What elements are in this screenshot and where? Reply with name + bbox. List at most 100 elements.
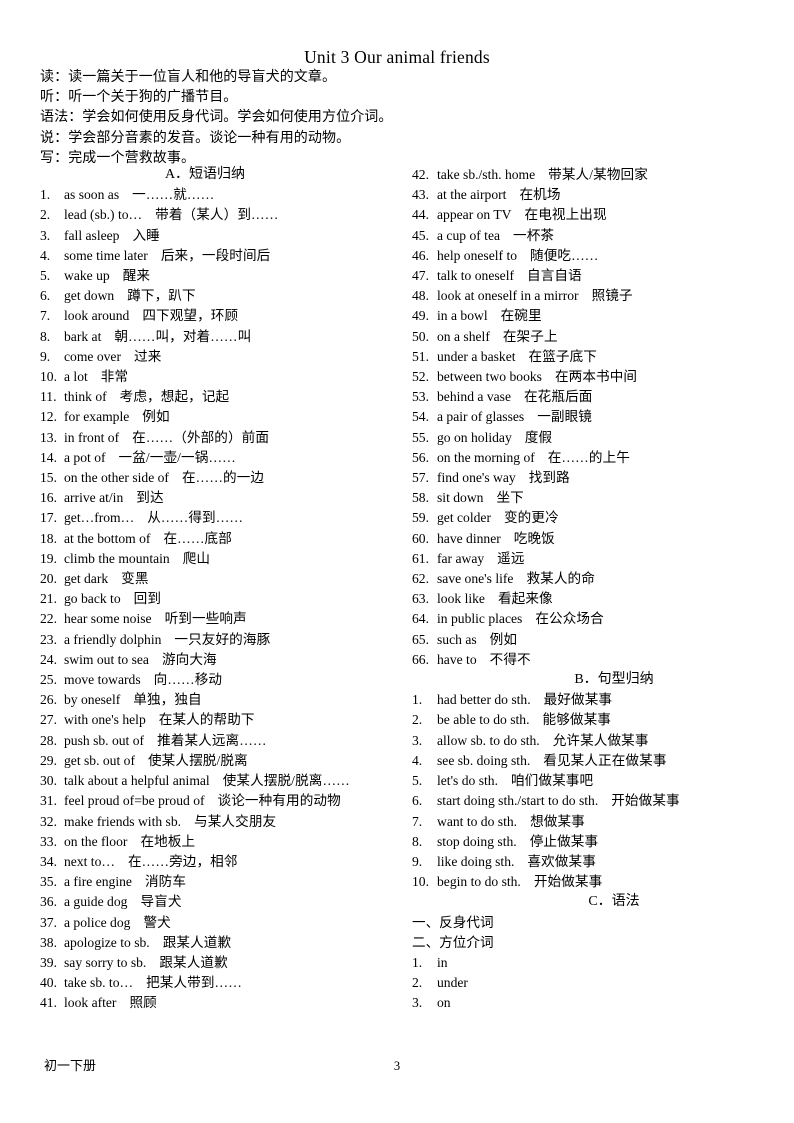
item-number: 63. bbox=[412, 591, 429, 607]
item-chinese: 不得不 bbox=[489, 651, 531, 667]
list-item: 34. next to… 在……旁边，相邻 bbox=[34, 852, 412, 872]
item-english: lead (sb.) to… bbox=[64, 207, 143, 223]
list-item: 5. let's do sth. 咱们做某事吧 bbox=[410, 771, 788, 791]
item-chinese: 停止做某事 bbox=[529, 833, 599, 849]
item-number: 35. bbox=[40, 874, 57, 890]
item-number: 40. bbox=[40, 975, 57, 991]
list-item: 1. as soon as 一……就…… bbox=[34, 185, 412, 205]
item-english: in bbox=[437, 954, 448, 970]
item-number: 44. bbox=[412, 207, 429, 223]
item-chinese: 例如 bbox=[489, 631, 518, 647]
item-number: 14. bbox=[40, 449, 57, 465]
list-item: 4. see sb. doing sth. 看见某人正在做某事 bbox=[410, 751, 788, 771]
item-english: a friendly dolphin bbox=[64, 631, 162, 647]
item-number: 21. bbox=[40, 591, 57, 607]
item-english: look after bbox=[64, 995, 117, 1011]
item-number: 11. bbox=[40, 389, 57, 405]
item-number: 53. bbox=[412, 389, 429, 405]
item-english: get dark bbox=[64, 571, 109, 587]
list-item: 53. behind a vase 在花瓶后面 bbox=[410, 387, 788, 407]
item-chinese: 救某人的命 bbox=[526, 571, 595, 587]
item-english: start doing sth./start to do sth. bbox=[437, 793, 599, 809]
list-item: 50. on a shelf 在架子上 bbox=[410, 327, 788, 347]
item-english: a pair of glasses bbox=[437, 409, 525, 425]
item-chinese: 使某人摆脱/脱离…… bbox=[222, 773, 350, 789]
item-number: 6. bbox=[40, 288, 51, 304]
item-english: in front of bbox=[64, 429, 120, 445]
item-chinese: 消防车 bbox=[144, 874, 187, 890]
list-item: 15. on the other side of 在……的一边 bbox=[34, 468, 412, 488]
item-english: a guide dog bbox=[64, 894, 128, 910]
item-chinese: 游向大海 bbox=[161, 651, 217, 667]
list-item: 49. in a bowl 在碗里 bbox=[410, 306, 788, 326]
item-english: think of bbox=[64, 389, 107, 405]
phrase-list-right: 42. take sb./sth. home 带某人/某物回家 43. at the a… bbox=[410, 165, 788, 670]
item-english: on the floor bbox=[64, 833, 128, 849]
item-number: 16. bbox=[40, 490, 57, 506]
item-chinese: 例如 bbox=[142, 409, 170, 425]
item-english: for example bbox=[64, 409, 130, 425]
item-english: have to bbox=[437, 651, 477, 667]
item-number: 46. bbox=[412, 247, 429, 263]
item-english: like doing sth. bbox=[437, 853, 515, 869]
item-number: 4. bbox=[412, 752, 423, 768]
item-english: at the airport bbox=[437, 187, 507, 203]
item-chinese: 最好做某事 bbox=[543, 692, 613, 708]
item-english: in a bowl bbox=[437, 308, 488, 324]
list-item: 7. look around 四下观望，环顾 bbox=[34, 306, 412, 326]
item-english: get colder bbox=[437, 510, 491, 526]
item-number: 34. bbox=[40, 853, 57, 869]
item-number: 36. bbox=[40, 894, 57, 910]
item-number: 17. bbox=[40, 510, 57, 526]
item-number: 61. bbox=[412, 550, 429, 566]
item-chinese: 变的更冷 bbox=[503, 510, 559, 526]
list-item: 61. far away 遥远 bbox=[410, 549, 788, 569]
item-english: had better do sth. bbox=[437, 692, 531, 708]
list-item: 46. help oneself to 随便吃…… bbox=[410, 246, 788, 266]
item-number: 51. bbox=[412, 348, 429, 364]
list-item: 58. sit down 坐下 bbox=[410, 488, 788, 508]
item-number: 32. bbox=[40, 813, 57, 829]
item-chinese: 蹲下，趴下 bbox=[127, 288, 196, 304]
section-heading-c: C．语法 bbox=[588, 894, 640, 910]
list-item: 57. find one's way 找到路 bbox=[410, 468, 788, 488]
item-english: begin to do sth. bbox=[437, 874, 521, 890]
item-chinese: 坐下 bbox=[496, 490, 524, 506]
item-number: 49. bbox=[412, 308, 429, 324]
item-number: 56. bbox=[412, 449, 429, 465]
list-item: 16. arrive at/in 到达 bbox=[34, 488, 412, 508]
item-number: 8. bbox=[40, 328, 51, 344]
item-number: 57. bbox=[412, 470, 429, 486]
item-chinese: 到达 bbox=[136, 490, 164, 506]
list-item: 5. wake up 醒来 bbox=[34, 266, 412, 286]
item-chinese: 能够做某事 bbox=[542, 712, 611, 728]
item-english: some time later bbox=[64, 247, 148, 263]
item-english: with one's help bbox=[64, 712, 146, 728]
item-number: 29. bbox=[40, 752, 57, 768]
list-item: 42. take sb./sth. home 带某人/某物回家 bbox=[410, 165, 788, 185]
right-column: 42. take sb./sth. home 带某人/某物回家 43. at the a… bbox=[410, 165, 788, 1014]
item-number: 52. bbox=[412, 369, 429, 385]
item-number: 9. bbox=[40, 348, 51, 364]
item-chinese: 回到 bbox=[133, 591, 162, 607]
item-number: 42. bbox=[412, 167, 429, 182]
item-number: 64. bbox=[412, 611, 429, 627]
list-item: 30. talk about a helpful animal 使某人摆脱/脱离…… bbox=[34, 771, 412, 791]
list-item: 48. look at oneself in a mirror 照镜子 bbox=[410, 286, 788, 306]
item-number: 47. bbox=[412, 268, 429, 284]
list-item: 51. under a basket 在篮子底下 bbox=[410, 347, 788, 367]
item-number: 28. bbox=[40, 732, 57, 748]
item-english: talk to oneself bbox=[437, 268, 515, 284]
item-chinese: 从……得到…… bbox=[147, 510, 244, 526]
item-number: 33. bbox=[40, 833, 57, 849]
item-english: on a shelf bbox=[437, 328, 490, 344]
item-chinese: 遥远 bbox=[497, 550, 525, 566]
list-item: 1. in bbox=[410, 953, 788, 973]
list-item: 23. a friendly dolphin 一只友好的海豚 bbox=[34, 630, 412, 650]
item-number: 43. bbox=[412, 187, 429, 203]
item-number: 62. bbox=[412, 571, 429, 587]
item-english: under a basket bbox=[437, 348, 516, 364]
item-number: 1. bbox=[40, 187, 51, 203]
item-number: 41. bbox=[40, 995, 57, 1011]
item-number: 45. bbox=[412, 227, 429, 243]
